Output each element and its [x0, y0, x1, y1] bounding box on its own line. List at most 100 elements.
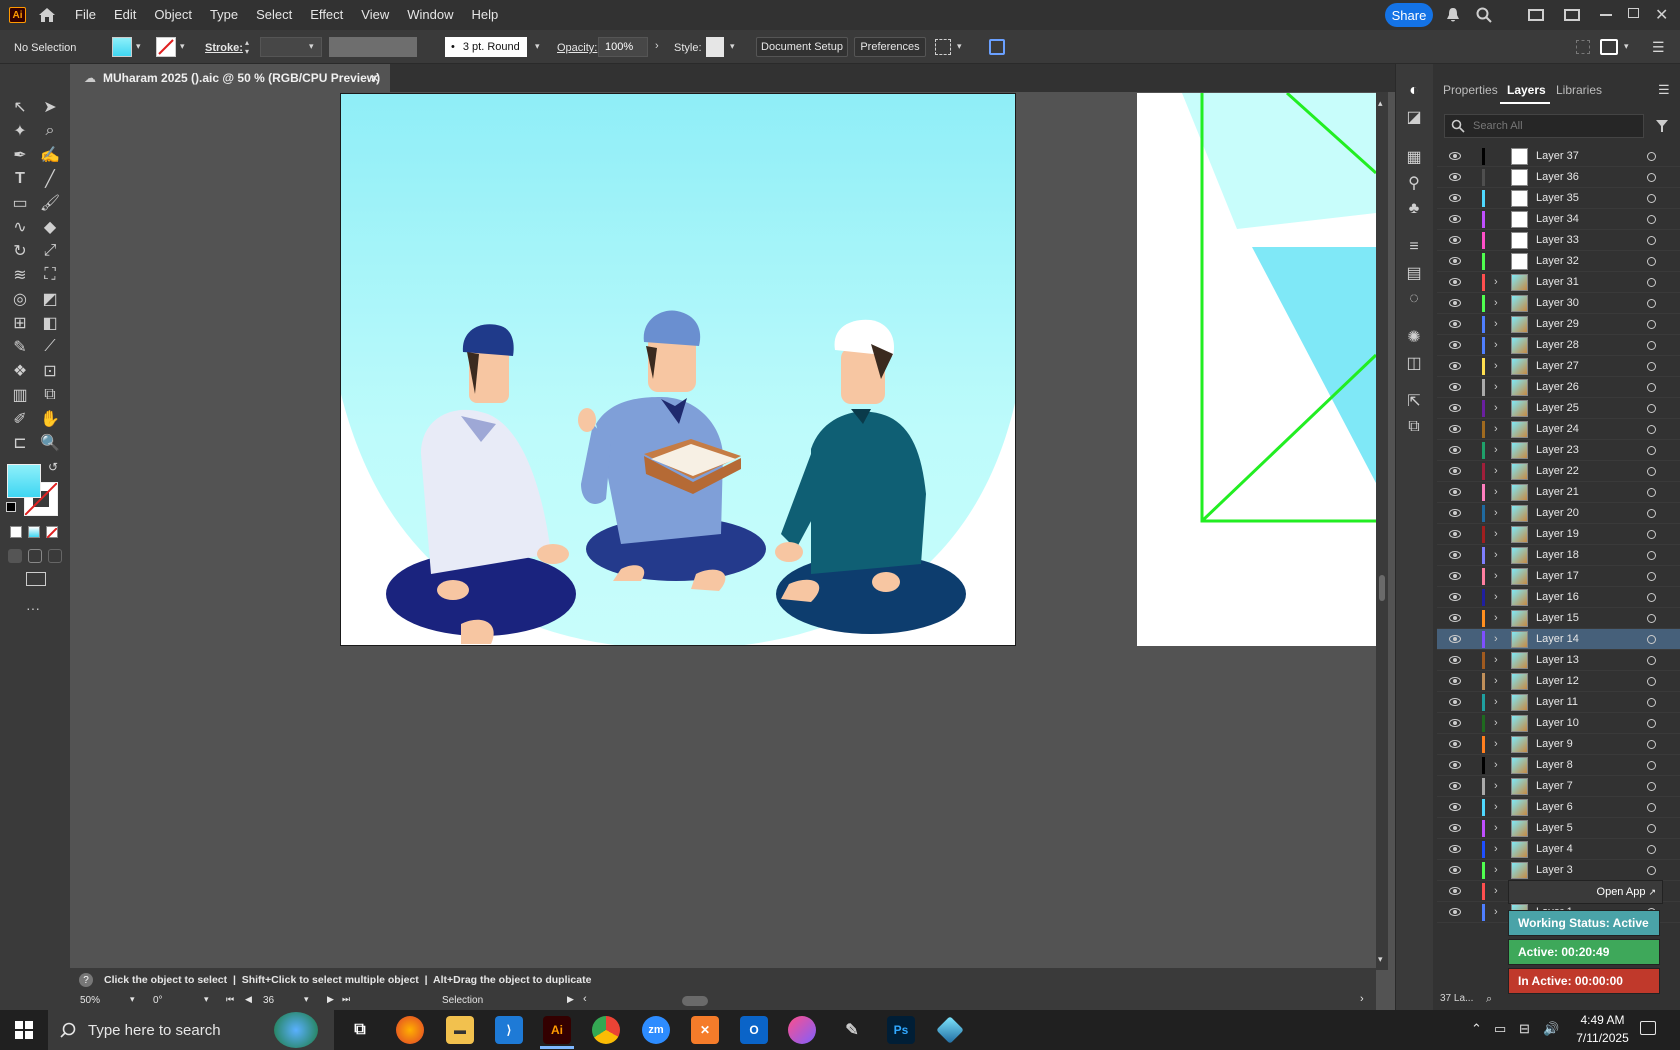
visibility-eye-icon[interactable]	[1449, 866, 1461, 874]
mesh-tool-icon[interactable]: ⊞	[8, 312, 32, 334]
layer-name[interactable]: Layer 34	[1536, 213, 1579, 225]
locate-object-icon[interactable]: ⌕	[1486, 993, 1492, 1006]
export-panel-icon[interactable]: ⇱	[1402, 390, 1426, 412]
opacity-field[interactable]: 100%	[598, 37, 648, 57]
graphic-style-swatch[interactable]	[706, 37, 724, 57]
rotation-field[interactable]: 0°	[153, 995, 163, 1006]
layer-target-icon[interactable]	[1647, 823, 1656, 833]
firefox-icon[interactable]	[396, 1016, 424, 1044]
layer-row[interactable]: › Layer 24	[1437, 419, 1680, 440]
layer-row[interactable]: › Layer 11	[1437, 692, 1680, 713]
visibility-eye-icon[interactable]	[1449, 593, 1461, 601]
expand-layer-icon[interactable]: ›	[1494, 675, 1498, 687]
filter-icon[interactable]	[1655, 119, 1669, 136]
expand-layer-icon[interactable]: ›	[1494, 696, 1498, 708]
pen-app-icon[interactable]: ✎	[838, 1016, 866, 1044]
visibility-eye-icon[interactable]	[1449, 908, 1461, 916]
layer-name[interactable]: Layer 22	[1536, 465, 1579, 477]
layer-name[interactable]: Layer 23	[1536, 444, 1579, 456]
scroll-up-icon[interactable]: ▴	[1378, 98, 1383, 109]
layer-target-icon[interactable]	[1647, 277, 1656, 287]
stroke-color-swatch[interactable]	[156, 37, 176, 57]
layer-name[interactable]: Layer 16	[1536, 591, 1579, 603]
expand-layer-icon[interactable]: ›	[1494, 423, 1498, 435]
photoshop-icon[interactable]: Ps	[887, 1016, 915, 1044]
home-icon[interactable]	[38, 7, 56, 23]
layer-row[interactable]: › Layer 15	[1437, 608, 1680, 629]
layer-name[interactable]: Layer 33	[1536, 234, 1579, 246]
visibility-eye-icon[interactable]	[1449, 761, 1461, 769]
swap-fill-stroke-icon[interactable]: ↺	[48, 460, 58, 474]
layer-row[interactable]: › Layer 3	[1437, 860, 1680, 881]
layer-target-icon[interactable]	[1647, 382, 1656, 392]
stroke-weight-stepper[interactable]: ▴ ▾	[245, 38, 249, 56]
properties-dropdown-icon[interactable]: ▾	[1624, 41, 1629, 52]
xampp-icon[interactable]: ✕	[691, 1016, 719, 1044]
visibility-eye-icon[interactable]	[1449, 320, 1461, 328]
layer-name[interactable]: Layer 27	[1536, 360, 1579, 372]
layer-row[interactable]: › Layer 5	[1437, 818, 1680, 839]
curvature-tool-icon[interactable]: ✍	[38, 144, 62, 166]
fill-color-swatch[interactable]	[112, 37, 132, 57]
menu-type[interactable]: Type	[201, 0, 247, 30]
scrollbar-thumb[interactable]	[1379, 575, 1385, 601]
line-tool-icon[interactable]: ╱	[38, 168, 62, 190]
swatches-panel-icon[interactable]: ▦	[1402, 146, 1426, 168]
expand-layer-icon[interactable]: ›	[1494, 759, 1498, 771]
layer-target-icon[interactable]	[1647, 550, 1656, 560]
layer-target-icon[interactable]	[1647, 613, 1656, 623]
scroll-right-icon[interactable]: ›	[1360, 993, 1364, 1005]
expand-layer-icon[interactable]: ›	[1494, 822, 1498, 834]
notification-icon[interactable]	[1640, 1021, 1656, 1035]
fill-color-box[interactable]	[7, 464, 41, 498]
expand-layer-icon[interactable]: ›	[1494, 486, 1498, 498]
layer-row[interactable]: › Layer 17	[1437, 566, 1680, 587]
layer-name[interactable]: Layer 25	[1536, 402, 1579, 414]
style-dropdown-icon[interactable]: ▾	[730, 41, 735, 52]
expand-layer-icon[interactable]: ›	[1494, 507, 1498, 519]
print-tiling-tool-icon[interactable]: ⊏	[8, 432, 32, 454]
visibility-eye-icon[interactable]	[1449, 152, 1461, 160]
layer-target-icon[interactable]	[1647, 760, 1656, 770]
layer-target-icon[interactable]	[1647, 445, 1656, 455]
stroke-weight-dropdown-icon[interactable]: ▾	[309, 41, 314, 52]
open-app-button[interactable]: Open App ↗	[1508, 880, 1663, 904]
expand-layer-icon[interactable]: ›	[1494, 885, 1498, 897]
layer-row[interactable]: › Layer 29	[1437, 314, 1680, 335]
blend-tool-icon[interactable]: ❖	[8, 360, 32, 382]
tray-volume-icon[interactable]: 🔊	[1543, 1021, 1559, 1037]
gradient-mode-icon[interactable]	[28, 526, 40, 538]
edit-toolbar-icon[interactable]: ···	[26, 600, 40, 616]
layer-name[interactable]: Layer 30	[1536, 297, 1579, 309]
column-graph-tool-icon[interactable]: ▥	[8, 384, 32, 406]
visibility-eye-icon[interactable]	[1449, 530, 1461, 538]
horizontal-scrollbar-thumb[interactable]	[682, 996, 708, 1006]
default-fill-stroke-icon[interactable]	[6, 502, 16, 512]
layer-target-icon[interactable]	[1647, 676, 1656, 686]
lasso-tool-icon[interactable]: ⌕	[38, 120, 62, 142]
magic-wand-tool-icon[interactable]: ✦	[8, 120, 32, 142]
layer-name[interactable]: Layer 32	[1536, 255, 1579, 267]
layer-target-icon[interactable]	[1647, 571, 1656, 581]
bell-icon[interactable]	[1446, 7, 1460, 23]
visibility-eye-icon[interactable]	[1449, 173, 1461, 181]
menu-select[interactable]: Select	[247, 0, 301, 30]
expand-layer-icon[interactable]: ›	[1494, 738, 1498, 750]
properties-toggle-icon[interactable]	[1600, 39, 1618, 55]
panel-menu-icon[interactable]: ☰	[1652, 39, 1665, 56]
expand-layer-icon[interactable]: ›	[1494, 780, 1498, 792]
expand-layer-icon[interactable]: ›	[1494, 591, 1498, 603]
tab-libraries[interactable]: Libraries	[1556, 83, 1602, 97]
layer-target-icon[interactable]	[1647, 298, 1656, 308]
none-mode-icon[interactable]	[46, 526, 58, 539]
windows-start-icon[interactable]	[15, 1021, 33, 1039]
layer-row[interactable]: Layer 35	[1437, 188, 1680, 209]
expand-layer-icon[interactable]: ›	[1494, 633, 1498, 645]
restore-icon[interactable]	[1628, 8, 1639, 18]
outlook-icon[interactable]: O	[740, 1016, 768, 1044]
layer-row[interactable]: › Layer 13	[1437, 650, 1680, 671]
layer-row[interactable]: Layer 37	[1437, 146, 1680, 167]
layer-name[interactable]: Layer 37	[1536, 150, 1579, 162]
layer-row[interactable]: › Layer 14	[1437, 629, 1680, 650]
shape-builder-tool-icon[interactable]: ◎	[8, 288, 32, 310]
